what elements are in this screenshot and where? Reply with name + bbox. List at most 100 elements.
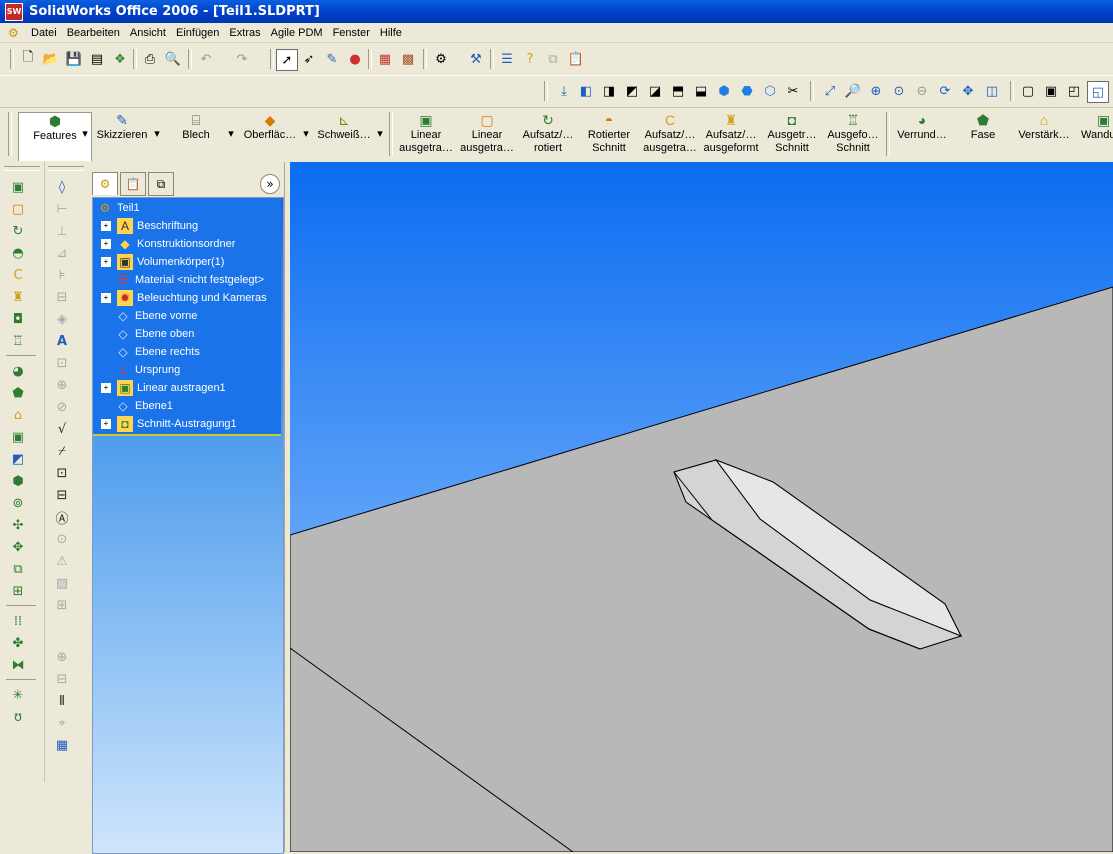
tree-item-schnitt-austragung1[interactable]: + ◘ Schnitt-Austragung1	[101, 415, 237, 433]
surface-dropdown[interactable]: ▾	[301, 128, 311, 140]
save-icon[interactable]: 💾	[64, 49, 84, 69]
view-isometric-icon[interactable]: ⬢	[714, 81, 734, 101]
circular-pattern-icon[interactable]: ✤	[8, 634, 28, 652]
copy-icon[interactable]: ⧉	[543, 49, 563, 69]
chamfer-dimension-icon[interactable]: ⊟	[52, 288, 72, 306]
loft-button[interactable]: ♜ Aufsatz/… ausgeformt	[701, 112, 761, 160]
shell-icon[interactable]: ▣	[8, 428, 28, 446]
help-icon[interactable]: ?	[520, 49, 540, 69]
sweep-cut-icon[interactable]: ◘	[8, 310, 28, 328]
sweep-cut-button[interactable]: ◘ Ausgetr… Schnitt	[762, 112, 822, 160]
tree-item-ebene-rechts[interactable]: ◇ Ebene rechts	[115, 343, 199, 361]
loft-cut-icon[interactable]: ♖	[8, 332, 28, 350]
graphics-area[interactable]	[290, 162, 1113, 852]
expand-icon[interactable]: +	[101, 257, 111, 267]
solidworks-logo-icon[interactable]: ⚙	[8, 26, 22, 40]
collapse-panel-icon[interactable]: »	[260, 174, 280, 194]
view-top-icon[interactable]: ⬒	[668, 81, 688, 101]
hole-icon[interactable]: ⊚	[8, 494, 28, 512]
print-preview-icon[interactable]: 🔍	[163, 49, 183, 69]
menu-bearbeiten[interactable]: Bearbeiten	[62, 27, 125, 39]
menu-fenster[interactable]: Fenster	[328, 27, 375, 39]
sweep-icon[interactable]: C	[8, 266, 28, 284]
centerline-icon[interactable]: ⊟	[52, 670, 72, 688]
center-mark-icon[interactable]: ⊕	[52, 648, 72, 666]
zoom-to-fit-icon[interactable]: ⤢	[820, 81, 840, 101]
fillet-icon[interactable]: ◕	[8, 362, 28, 380]
note-icon[interactable]: A	[52, 332, 72, 350]
view-trimetric-icon[interactable]: ⬣	[737, 81, 757, 101]
rib-icon[interactable]: ⌂	[8, 406, 28, 424]
view-right-icon[interactable]: ◪	[645, 81, 665, 101]
horizontal-dimension-icon[interactable]: ⊢	[52, 200, 72, 218]
smart-dimension-icon[interactable]: ◊	[52, 178, 72, 196]
pan-icon[interactable]: ✥	[958, 81, 978, 101]
table-icon[interactable]: ▦	[52, 736, 72, 754]
menu-agile-pdm[interactable]: Agile PDM	[266, 27, 328, 39]
revolve-cut-button[interactable]: ◓ Rotierter Schnitt	[579, 112, 639, 160]
ordinate-dimension-icon[interactable]: ⊧	[52, 266, 72, 284]
tree-item-ebene-oben[interactable]: ◇ Ebene oben	[115, 325, 194, 343]
properties-icon[interactable]: ☰	[497, 49, 517, 69]
area-hatch-icon[interactable]: ▨	[52, 574, 72, 592]
tree-item-ebene-vorne[interactable]: ◇ Ebene vorne	[115, 307, 197, 325]
hidden-lines-removed-icon[interactable]: ◰	[1064, 81, 1084, 101]
paste-icon[interactable]: 📋	[566, 49, 586, 69]
vertical-dimension-icon[interactable]: ⊥	[52, 222, 72, 240]
expand-icon[interactable]: +	[101, 383, 111, 393]
tree-item-ebene1[interactable]: ◇ Ebene1	[115, 397, 173, 415]
sheet-metal-dropdown[interactable]: ▾	[226, 128, 236, 140]
normal-to-icon[interactable]: ⤓	[554, 81, 574, 101]
make-assembly-icon[interactable]: ❖	[110, 49, 130, 69]
hidden-lines-visible-icon[interactable]: ▣	[1041, 81, 1061, 101]
autodimension-icon[interactable]: ◈	[52, 310, 72, 328]
features-dropdown[interactable]: ▾	[80, 128, 90, 140]
loft-cut-button[interactable]: ♖ Ausgefo… Schnitt	[823, 112, 883, 160]
menu-hilfe[interactable]: Hilfe	[375, 27, 407, 39]
sweep-button[interactable]: C Aufsatz/… ausgetra…	[640, 112, 700, 160]
menu-ansicht[interactable]: Ansicht	[125, 27, 171, 39]
grid-icon[interactable]: ▦	[375, 49, 395, 69]
draft-icon[interactable]: ◩	[8, 450, 28, 468]
extrude-cut-icon[interactable]: ▢	[8, 200, 28, 218]
tree-item-beschriftung[interactable]: + A Beschriftung	[101, 217, 198, 235]
view-dimetric-icon[interactable]: ⬡	[760, 81, 780, 101]
view-left-icon[interactable]: ◩	[622, 81, 642, 101]
linear-pattern-icon[interactable]: ⁞⁞	[8, 612, 28, 630]
move-body-icon[interactable]: ✥	[8, 538, 28, 556]
fillet-button[interactable]: ◕ Verrund…	[892, 112, 952, 160]
chamfer-icon[interactable]: ⬟	[8, 384, 28, 402]
extrude-boss-icon[interactable]: ▣	[8, 178, 28, 196]
magnetic-line-icon[interactable]: ⊘	[52, 398, 72, 416]
weldment-dropdown[interactable]: ▾	[375, 128, 385, 140]
baseline-dimension-icon[interactable]: ⊿	[52, 244, 72, 262]
surface-finish-icon[interactable]: √	[52, 420, 72, 438]
rib-button[interactable]: ⌂ Verstärk…	[1014, 112, 1074, 160]
zoom-selection-icon[interactable]: ⊙	[889, 81, 909, 101]
wireframe-icon[interactable]: ▢	[1018, 81, 1038, 101]
multi-jog-leader-icon[interactable]: ⌖	[52, 714, 72, 732]
warning-icon[interactable]: ⚠	[52, 552, 72, 570]
featuremanager-tab-icon[interactable]: ⚙	[92, 172, 118, 195]
rebuild-icon[interactable]: ✎	[322, 49, 342, 69]
table-icon[interactable]: ▩	[398, 49, 418, 69]
tree-item-konstruktionsordner[interactable]: + ◆ Konstruktionsordner	[101, 235, 235, 253]
revolve-button[interactable]: ↻ Aufsatz/… rotiert	[518, 112, 578, 160]
datum-feature-icon[interactable]: Ⓐ	[52, 508, 72, 527]
expand-icon[interactable]: +	[101, 293, 111, 303]
block-icon[interactable]: ⊞	[52, 596, 72, 614]
cm-tab-blech[interactable]: ⌸ Blech	[170, 112, 222, 160]
scale-icon[interactable]: ✣	[8, 516, 28, 534]
options-icon[interactable]: ⚙	[431, 49, 451, 69]
chamfer-button[interactable]: ⬟ Fase	[953, 112, 1013, 160]
sketch-dropdown[interactable]: ▾	[152, 128, 162, 140]
propertymanager-tab-icon[interactable]: 📋	[120, 172, 146, 196]
zoom-previous-icon[interactable]: ⊖	[912, 81, 932, 101]
cosmetic-thread-icon[interactable]: ⫴	[52, 692, 72, 710]
tree-item-beleuchtung[interactable]: + ✹ Beleuchtung und Kameras	[101, 289, 267, 307]
select-other-icon[interactable]: ➶	[299, 49, 319, 69]
cm-tab-skizzieren[interactable]: ✎ Skizzieren	[94, 112, 150, 160]
datum-target-icon[interactable]: ⊙	[52, 530, 72, 548]
traffic-light-icon[interactable]: ●	[345, 49, 365, 69]
combine-icon[interactable]: ⊞	[8, 582, 28, 600]
